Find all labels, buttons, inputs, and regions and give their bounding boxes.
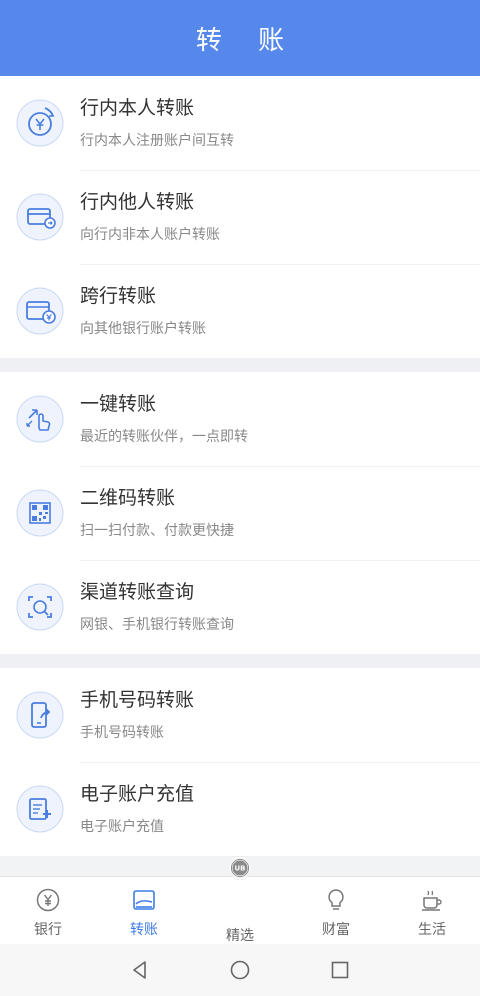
tab-label: 生活 <box>418 922 446 938</box>
tab-label: 精选 <box>226 928 254 944</box>
item-subtitle: 向行内非本人账户转账 <box>80 227 220 243</box>
transfer-card-icon <box>133 890 155 910</box>
tab-label: 银行 <box>34 922 62 938</box>
menu-item-own-account-transfer[interactable]: 行内本人转账 行内本人注册账户间互转 <box>0 76 480 170</box>
phone-share-icon <box>0 690 80 740</box>
tab-bank[interactable]: 银行 <box>0 877 96 944</box>
item-title: 跨行转账 <box>80 285 157 307</box>
coffee-cup-icon <box>422 890 442 911</box>
menu-group-2: 一键转账 最近的转账伙伴，一点即转 二维码转账 扫一扫付款、付款更快捷 渠道转账… <box>0 372 480 654</box>
yuan-circle-icon <box>0 98 80 148</box>
menu-item-others-in-bank-transfer[interactable]: 行内他人转账 向行内非本人账户转账 <box>0 170 480 264</box>
system-navbar <box>0 944 480 996</box>
menu-item-one-click-transfer[interactable]: 一键转账 最近的转账伙伴，一点即转 <box>0 372 480 466</box>
menu-group-3: 手机号码转账 手机号码转账 电子账户充值 电子账户充值 <box>0 668 480 856</box>
back-icon[interactable] <box>129 959 151 981</box>
item-subtitle: 电子账户充值 <box>80 819 164 835</box>
menu-item-phone-number-transfer[interactable]: 手机号码转账 手机号码转账 <box>0 668 480 762</box>
item-title: 一键转账 <box>80 393 157 415</box>
tap-hand-icon <box>0 394 80 444</box>
center-badge-text: UB <box>235 865 246 873</box>
scan-query-icon <box>0 582 80 632</box>
item-subtitle: 手机号码转账 <box>80 725 164 741</box>
menu-item-qr-transfer[interactable]: 二维码转账 扫一扫付款、付款更快捷 <box>0 466 480 560</box>
item-title: 行内本人转账 <box>80 97 195 119</box>
yuan-coin-icon <box>36 888 60 912</box>
tab-label: 财富 <box>322 922 350 938</box>
item-title: 手机号码转账 <box>80 689 195 711</box>
lightbulb-icon <box>328 889 344 910</box>
item-title: 渠道转账查询 <box>80 581 195 603</box>
item-subtitle: 网银、手机银行转账查询 <box>80 617 234 633</box>
qr-code-icon <box>0 488 80 538</box>
tab-transfer[interactable]: 转账 <box>96 877 192 944</box>
page-title: 转 账 <box>195 25 299 56</box>
item-subtitle: 最近的转账伙伴，一点即转 <box>80 429 248 445</box>
tab-label: 转账 <box>130 922 158 938</box>
menu-item-interbank-transfer[interactable]: 跨行转账 向其他银行账户转账 <box>0 264 480 358</box>
document-plus-icon <box>0 784 80 834</box>
ub-badge-icon: UB <box>227 856 253 880</box>
item-title: 电子账户充值 <box>80 783 195 805</box>
tab-life[interactable]: 生活 <box>384 877 480 944</box>
menu-group-1: 行内本人转账 行内本人注册账户间互转 行内他人转账 向行内非本人账户转账 跨行转… <box>0 76 480 358</box>
transfer-menu: 行内本人转账 行内本人注册账户间互转 行内他人转账 向行内非本人账户转账 跨行转… <box>0 76 480 876</box>
tab-featured[interactable]: UB 精选 <box>192 856 288 944</box>
recents-icon[interactable] <box>329 959 351 981</box>
item-title: 二维码转账 <box>80 487 176 509</box>
group-divider <box>0 358 480 372</box>
bottom-tabbar: 银行 转账 UB 精选 财富 生活 <box>0 856 480 944</box>
card-transfer-icon <box>0 192 80 242</box>
home-icon[interactable] <box>229 959 251 981</box>
item-subtitle: 行内本人注册账户间互转 <box>80 133 234 149</box>
group-divider <box>0 654 480 668</box>
item-subtitle: 向其他银行账户转账 <box>80 321 206 337</box>
item-title: 行内他人转账 <box>80 191 195 213</box>
tab-wealth[interactable]: 财富 <box>288 877 384 944</box>
wallet-yuan-icon <box>0 286 80 336</box>
page-header: 转 账 <box>0 0 480 76</box>
item-subtitle: 扫一扫付款、付款更快捷 <box>80 523 234 539</box>
menu-item-channel-transfer-query[interactable]: 渠道转账查询 网银、手机银行转账查询 <box>0 560 480 654</box>
menu-item-e-account-topup[interactable]: 电子账户充值 电子账户充值 <box>0 762 480 856</box>
